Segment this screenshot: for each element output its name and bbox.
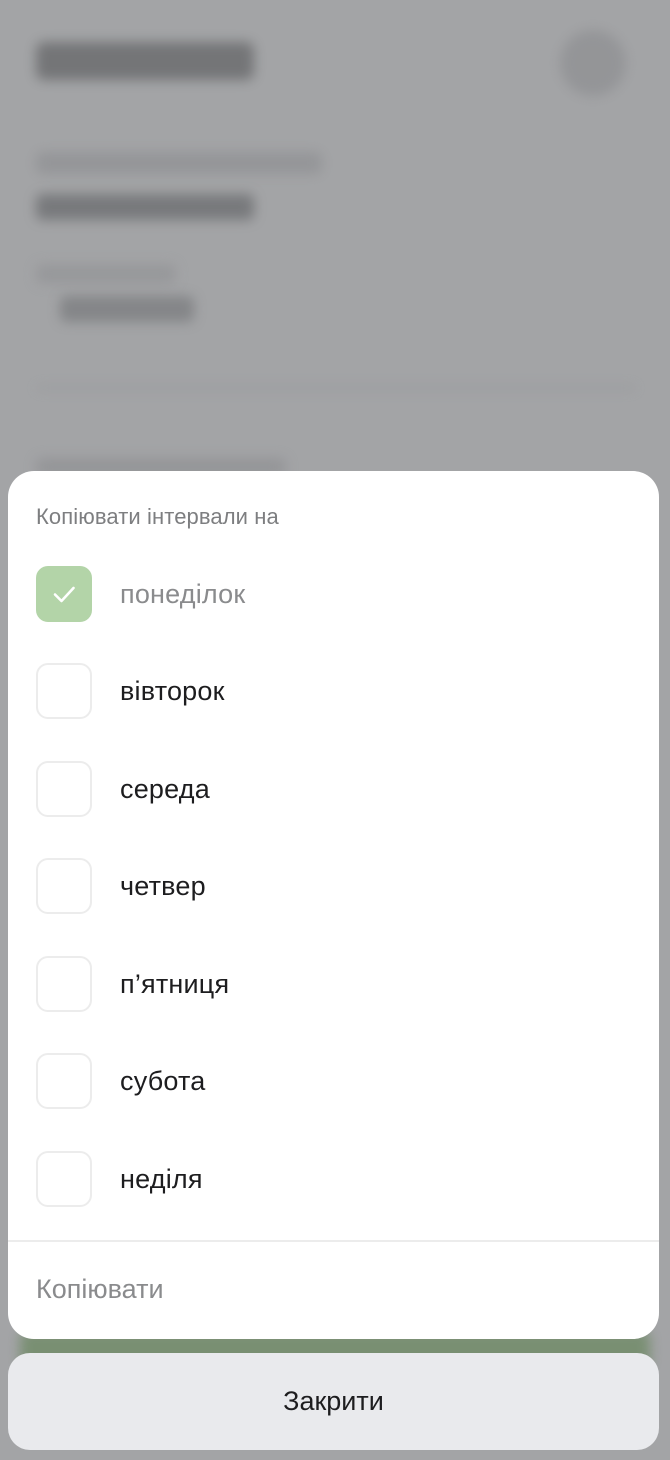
copy-button[interactable]: Копіювати — [36, 1274, 164, 1305]
background-text — [36, 194, 254, 220]
day-option-thursday[interactable]: четвер — [36, 857, 636, 915]
day-label: неділя — [120, 1163, 203, 1194]
day-label: субота — [120, 1065, 206, 1096]
background-text — [60, 296, 194, 322]
close-button[interactable]: Закрити — [8, 1353, 659, 1450]
thursday-checkbox[interactable] — [36, 858, 92, 914]
background-text — [36, 152, 322, 174]
day-label: понеділок — [120, 578, 246, 609]
background-title — [36, 42, 254, 80]
sheet-title: Копіювати інтервали на — [36, 504, 279, 529]
background-avatar — [560, 30, 626, 96]
check-icon — [53, 586, 75, 603]
copy-intervals-sheet: Копіювати інтервали на понеділок вівторо… — [8, 471, 659, 1339]
friday-checkbox[interactable] — [36, 956, 92, 1012]
day-option-tuesday[interactable]: вівторок — [36, 662, 636, 720]
day-label: п’ятниця — [120, 968, 230, 999]
sunday-checkbox[interactable] — [36, 1151, 92, 1207]
day-label: середа — [120, 773, 210, 804]
sheet-divider — [8, 1240, 659, 1242]
wednesday-checkbox[interactable] — [36, 761, 92, 817]
day-label: вівторок — [120, 675, 225, 706]
day-option-saturday[interactable]: субота — [36, 1052, 636, 1110]
background-divider — [36, 386, 636, 390]
day-option-monday[interactable]: понеділок — [36, 565, 636, 623]
monday-checkbox[interactable] — [36, 566, 92, 622]
day-option-sunday[interactable]: неділя — [36, 1150, 636, 1208]
background-text — [36, 264, 176, 284]
day-label: четвер — [120, 870, 206, 901]
saturday-checkbox[interactable] — [36, 1053, 92, 1109]
tuesday-checkbox[interactable] — [36, 663, 92, 719]
day-option-friday[interactable]: п’ятниця — [36, 955, 636, 1013]
day-option-wednesday[interactable]: середа — [36, 760, 636, 818]
